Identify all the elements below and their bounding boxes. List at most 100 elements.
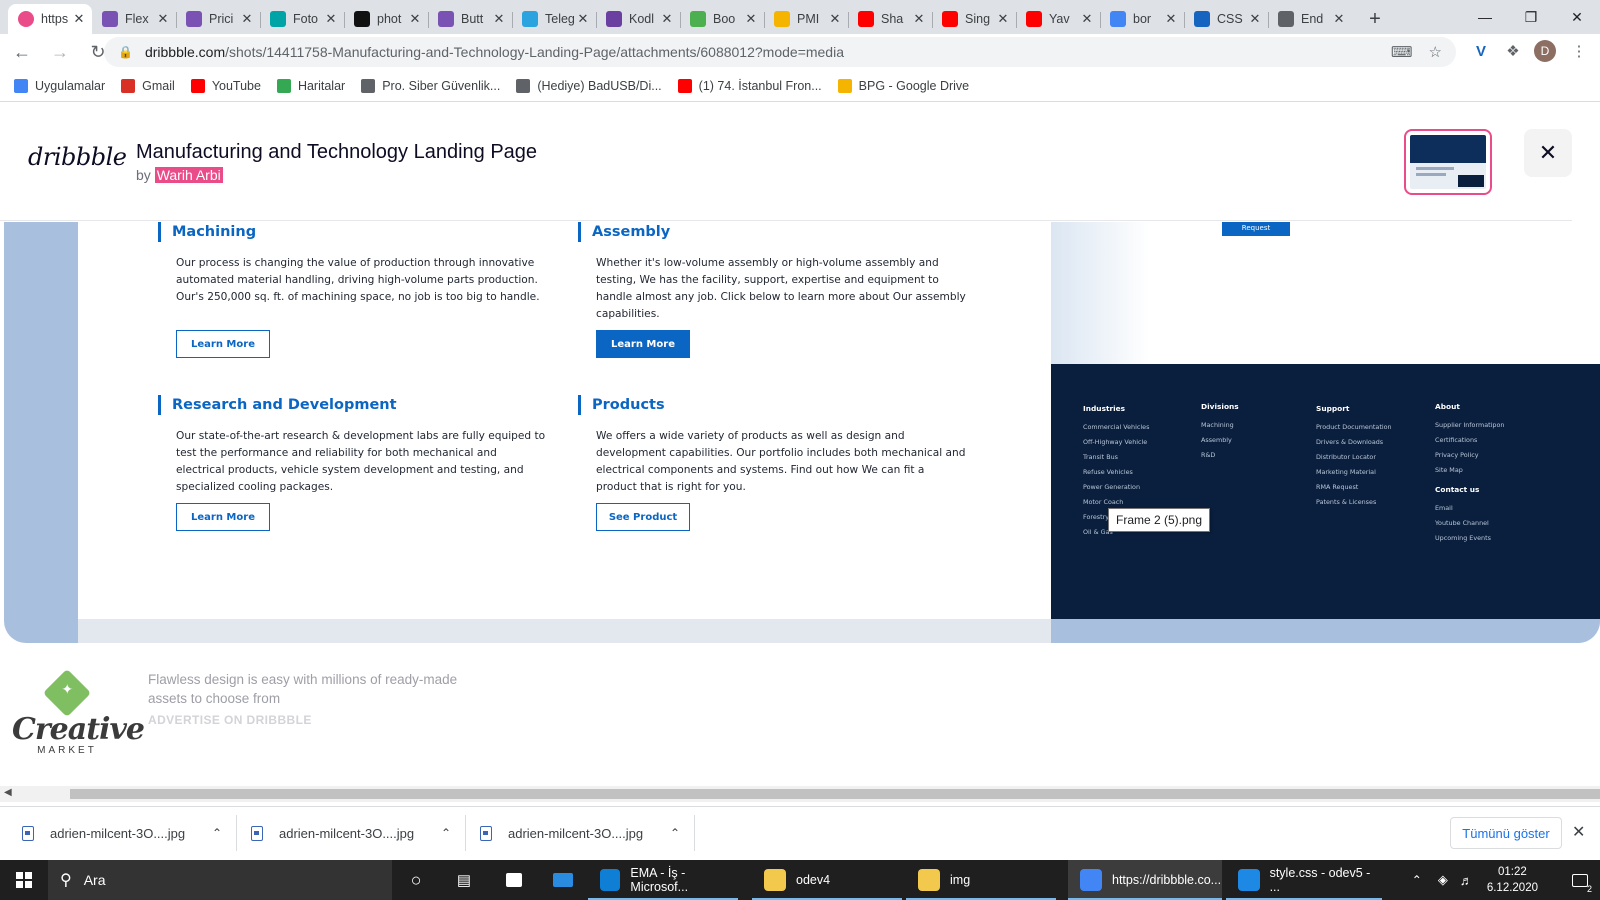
feature-button[interactable]: Learn More [596, 330, 690, 358]
footer-link[interactable]: Certifications [1435, 433, 1504, 448]
task-view-icon[interactable]: ▤ [450, 860, 478, 900]
tab-bootstrap[interactable]: Flex ✕ [92, 4, 176, 34]
close-tab-icon[interactable]: ✕ [996, 11, 1010, 27]
bookmark-item[interactable]: YouTube [190, 78, 261, 93]
feature-button[interactable]: Learn More [176, 503, 270, 531]
tab-photo-editor[interactable]: Foto ✕ [260, 4, 344, 34]
tab-youtube[interactable]: Sing ✕ [932, 4, 1016, 34]
creative-market-logo[interactable]: Creative MARKET [12, 668, 145, 756]
footer-link[interactable]: Supplier Informatipon [1435, 418, 1504, 433]
close-tab-icon[interactable]: ✕ [744, 11, 758, 27]
bookmark-item[interactable]: BPG - Google Drive [837, 78, 969, 93]
footer-link[interactable]: Email [1435, 501, 1491, 516]
window-close-button[interactable]: ✕ [1554, 0, 1600, 34]
dribbble-logo[interactable]: dribbble [28, 143, 127, 171]
bookmark-star-icon[interactable]: ☆ [1429, 43, 1442, 61]
footer-link[interactable]: Site Map [1435, 463, 1504, 478]
tab-globe[interactable]: End ✕ [1268, 4, 1352, 34]
advertise-link[interactable]: ADVERTISE ON DRIBBBLE [148, 713, 312, 727]
taskbar-app[interactable]: https://dribbble.co... [1068, 860, 1222, 900]
notifications-icon[interactable]: 2 [1560, 860, 1600, 900]
tab-form[interactable]: Kodl ✕ [596, 4, 680, 34]
download-item[interactable]: adrien-milcent-3O....jpg ⌃ [22, 807, 222, 859]
start-button[interactable] [0, 860, 48, 900]
extension-v-icon[interactable]: V [1466, 36, 1496, 66]
chrome-menu-icon[interactable]: ⋮ [1564, 36, 1594, 66]
close-tab-icon[interactable]: ✕ [492, 11, 506, 27]
tab-css-drop[interactable]: CSS ✕ [1184, 4, 1268, 34]
bookmark-item[interactable]: (1) 74. İstanbul Fron... [677, 78, 822, 93]
store-icon[interactable] [500, 860, 528, 900]
bookmark-item[interactable]: (Hediye) BadUSB/Di... [516, 78, 662, 93]
bookmark-item[interactable]: Uygulamalar [14, 78, 105, 93]
taskbar-app[interactable]: EMA - İş - Microsof... [588, 860, 738, 900]
footer-link[interactable]: Privacy Policy [1435, 448, 1504, 463]
taskbar-app[interactable]: odev4 [752, 860, 902, 900]
scroll-left-icon[interactable]: ◀ [4, 787, 12, 798]
download-item[interactable]: adrien-milcent-3O....jpg ⌃ [251, 807, 451, 859]
footer-link[interactable]: RMA Request [1316, 480, 1392, 495]
taskbar-app[interactable]: style.css - odev5 - ... [1226, 860, 1382, 900]
footer-link[interactable]: Distributor Locator [1316, 450, 1392, 465]
bookmark-item[interactable]: Haritalar [276, 78, 345, 93]
chevron-up-icon[interactable]: ⌃ [670, 826, 680, 840]
attachment-thumbnail[interactable] [1404, 129, 1492, 195]
close-tab-icon[interactable]: ✕ [156, 11, 170, 27]
close-tab-icon[interactable]: ✕ [828, 11, 842, 27]
back-icon[interactable]: ← [6, 36, 38, 68]
show-hidden-icons-icon[interactable]: ⌃ [1412, 873, 1422, 887]
show-all-downloads-button[interactable]: Tümünü göster [1450, 817, 1562, 849]
address-bar[interactable]: 🔒 dribbble.com/shots/14411758-Manufactur… [104, 37, 1456, 67]
close-tab-icon[interactable]: ✕ [1248, 11, 1262, 27]
close-tab-icon[interactable]: ✕ [72, 11, 86, 27]
feature-button[interactable]: See Product [596, 503, 690, 531]
translate-icon[interactable]: ⌨ [1391, 43, 1413, 61]
restore-button[interactable]: ❐ [1508, 0, 1554, 34]
download-item[interactable]: adrien-milcent-3O....jpg ⌃ [480, 807, 680, 859]
horizontal-scrollbar[interactable]: ◀ [0, 786, 1600, 802]
new-tab-button[interactable]: + [1358, 4, 1392, 34]
tab-bootstrap[interactable]: Butt ✕ [428, 4, 512, 34]
footer-link[interactable]: Off-Highway Vehicle [1083, 435, 1149, 450]
footer-link[interactable]: Youtube Channel [1435, 516, 1491, 531]
close-downloads-icon[interactable]: ✕ [1572, 822, 1585, 842]
close-tab-icon[interactable]: ✕ [324, 11, 338, 27]
footer-link[interactable]: R&D [1201, 448, 1239, 463]
forward-icon[interactable]: → [44, 36, 76, 68]
close-tab-icon[interactable]: ✕ [240, 11, 254, 27]
tab-youtube[interactable]: Sha ✕ [848, 4, 932, 34]
tab-dribbble[interactable]: https ✕ [8, 4, 92, 34]
ad-text[interactable]: Flawless design is easy with millions of… [148, 670, 468, 708]
request-button[interactable]: Request [1222, 222, 1290, 236]
minimize-button[interactable]: — [1462, 0, 1508, 34]
footer-link[interactable]: Refuse Vehicles [1083, 465, 1149, 480]
close-shot-button[interactable]: ✕ [1524, 129, 1572, 177]
footer-link[interactable]: Marketing Material [1316, 465, 1392, 480]
close-tab-icon[interactable]: ✕ [1080, 11, 1094, 27]
close-tab-icon[interactable]: ✕ [1332, 11, 1346, 27]
lock-icon[interactable]: 🔒 [118, 45, 133, 59]
tab-unsplash[interactable]: phot ✕ [344, 4, 428, 34]
profile-avatar[interactable]: D [1530, 36, 1560, 66]
close-tab-icon[interactable]: ✕ [912, 11, 926, 27]
tab-google[interactable]: bor ✕ [1100, 4, 1184, 34]
chevron-up-icon[interactable]: ⌃ [441, 826, 451, 840]
feature-button[interactable]: Learn More [176, 330, 270, 358]
footer-link[interactable]: Commercial Vehicles [1083, 420, 1149, 435]
chevron-up-icon[interactable]: ⌃ [212, 826, 222, 840]
tab-youtube[interactable]: Yav ✕ [1016, 4, 1100, 34]
tab-google-drive[interactable]: PMI ✕ [764, 4, 848, 34]
close-tab-icon[interactable]: ✕ [660, 11, 674, 27]
tab-w3schools[interactable]: Boo ✕ [680, 4, 764, 34]
scrollbar-thumb[interactable] [70, 789, 1600, 799]
footer-link[interactable]: Patents & Licenses [1316, 495, 1392, 510]
close-tab-icon[interactable]: ✕ [1164, 11, 1178, 27]
tab-bootstrap[interactable]: Prici ✕ [176, 4, 260, 34]
footer-link[interactable]: Machining [1201, 418, 1239, 433]
clock[interactable]: 01:22 6.12.2020 [1487, 864, 1538, 896]
footer-link[interactable]: Drivers & Downloads [1316, 435, 1392, 450]
bookmark-item[interactable]: Gmail [121, 78, 175, 93]
cortana-icon[interactable]: ○ [402, 860, 430, 900]
taskbar-app[interactable]: img [906, 860, 1056, 900]
taskbar-search[interactable]: ⚲ Ara [48, 860, 392, 900]
